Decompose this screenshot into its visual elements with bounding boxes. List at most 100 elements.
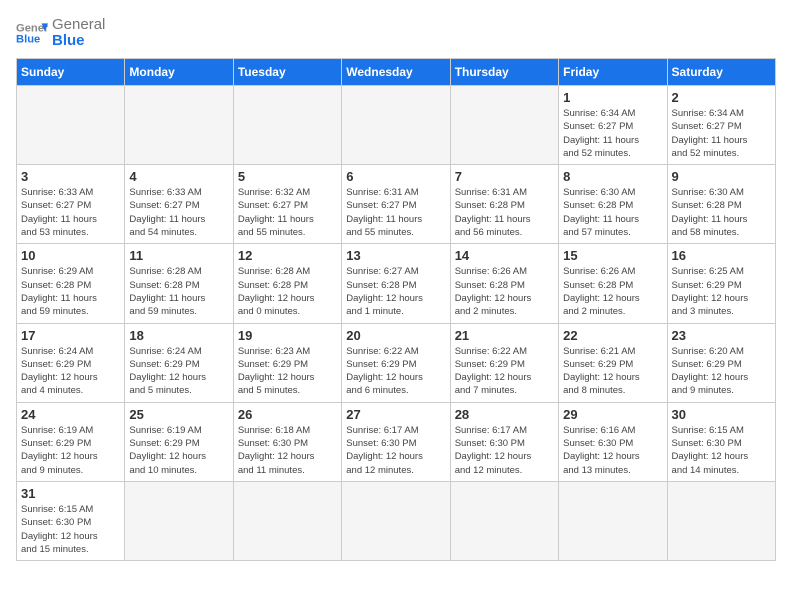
day-info: Sunrise: 6:17 AM Sunset: 6:30 PM Dayligh… (455, 424, 554, 477)
day-info: Sunrise: 6:23 AM Sunset: 6:29 PM Dayligh… (238, 345, 337, 398)
day-info: Sunrise: 6:24 AM Sunset: 6:29 PM Dayligh… (129, 345, 228, 398)
calendar-cell: 11Sunrise: 6:28 AM Sunset: 6:28 PM Dayli… (125, 244, 233, 323)
day-number: 29 (563, 407, 662, 422)
logo-blue: Blue (52, 32, 105, 50)
day-info: Sunrise: 6:19 AM Sunset: 6:29 PM Dayligh… (129, 424, 228, 477)
calendar-cell: 18 Sunrise: 6:24 AM Sunset: 6:29 PM Dayli… (125, 323, 233, 402)
calendar-cell: 26 Sunrise: 6:18 AM Sunset: 6:30 PM Dayli… (233, 402, 341, 481)
calendar-cell: 12Sunrise: 6:28 AM Sunset: 6:28 PM Dayli… (233, 244, 341, 323)
calendar-cell: 16 Sunrise: 6:25 AM Sunset: 6:29 PM Dayli… (667, 244, 775, 323)
day-info: Sunrise: 6:22 AM Sunset: 6:29 PM Dayligh… (455, 345, 554, 398)
day-header-saturday: Saturday (667, 59, 775, 86)
calendar-cell: 21 Sunrise: 6:22 AM Sunset: 6:29 PM Dayli… (450, 323, 558, 402)
calendar-week-row: 24 Sunrise: 6:19 AM Sunset: 6:29 PM Dayli… (17, 402, 776, 481)
calendar-cell: 5Sunrise: 6:32 AM Sunset: 6:27 PM Daylig… (233, 165, 341, 244)
calendar-cell: 17 Sunrise: 6:24 AM Sunset: 6:29 PM Dayli… (17, 323, 125, 402)
day-info: Sunrise: 6:25 AM Sunset: 6:29 PM Dayligh… (672, 265, 771, 318)
day-number: 16 (672, 248, 771, 263)
calendar-cell: 30 Sunrise: 6:15 AM Sunset: 6:30 PM Dayli… (667, 402, 775, 481)
day-number: 18 (129, 328, 228, 343)
day-number: 30 (672, 407, 771, 422)
day-info: Sunrise: 6:34 AM Sunset: 6:27 PM Dayligh… (563, 107, 662, 160)
day-info: Sunrise: 6:30 AM Sunset: 6:28 PM Dayligh… (563, 186, 662, 239)
day-info: Sunrise: 6:27 AM Sunset: 6:28 PM Dayligh… (346, 265, 445, 318)
day-info: Sunrise: 6:15 AM Sunset: 6:30 PM Dayligh… (21, 503, 120, 556)
calendar-cell: 15Sunrise: 6:26 AM Sunset: 6:28 PM Dayli… (559, 244, 667, 323)
day-number: 23 (672, 328, 771, 343)
day-header-thursday: Thursday (450, 59, 558, 86)
calendar-cell: 19 Sunrise: 6:23 AM Sunset: 6:29 PM Dayli… (233, 323, 341, 402)
day-info: Sunrise: 6:18 AM Sunset: 6:30 PM Dayligh… (238, 424, 337, 477)
day-info: Sunrise: 6:31 AM Sunset: 6:28 PM Dayligh… (455, 186, 554, 239)
day-info: Sunrise: 6:15 AM Sunset: 6:30 PM Dayligh… (672, 424, 771, 477)
day-info: Sunrise: 6:21 AM Sunset: 6:29 PM Dayligh… (563, 345, 662, 398)
header: General Blue General Blue (16, 16, 776, 50)
day-info: Sunrise: 6:31 AM Sunset: 6:27 PM Dayligh… (346, 186, 445, 239)
calendar-cell: 20Sunrise: 6:22 AM Sunset: 6:29 PM Dayli… (342, 323, 450, 402)
day-number: 15 (563, 248, 662, 263)
day-info: Sunrise: 6:28 AM Sunset: 6:28 PM Dayligh… (129, 265, 228, 318)
calendar-cell (233, 481, 341, 560)
day-info: Sunrise: 6:20 AM Sunset: 6:29 PM Dayligh… (672, 345, 771, 398)
calendar-cell: 1 Sunrise: 6:34 AM Sunset: 6:27 PM Daylig… (559, 86, 667, 165)
calendar-cell: 8Sunrise: 6:30 AM Sunset: 6:28 PM Daylig… (559, 165, 667, 244)
day-header-tuesday: Tuesday (233, 59, 341, 86)
day-number: 28 (455, 407, 554, 422)
day-header-wednesday: Wednesday (342, 59, 450, 86)
day-number: 19 (238, 328, 337, 343)
calendar-cell (667, 481, 775, 560)
calendar-cell: 13 Sunrise: 6:27 AM Sunset: 6:28 PM Dayli… (342, 244, 450, 323)
day-number: 22 (563, 328, 662, 343)
day-number: 24 (21, 407, 120, 422)
calendar-week-row: 17 Sunrise: 6:24 AM Sunset: 6:29 PM Dayli… (17, 323, 776, 402)
calendar-cell: 27Sunrise: 6:17 AM Sunset: 6:30 PM Dayli… (342, 402, 450, 481)
calendar-cell: 25 Sunrise: 6:19 AM Sunset: 6:29 PM Dayli… (125, 402, 233, 481)
logo-area: General Blue General Blue (16, 16, 105, 50)
day-info: Sunrise: 6:17 AM Sunset: 6:30 PM Dayligh… (346, 424, 445, 477)
day-number: 13 (346, 248, 445, 263)
day-number: 9 (672, 169, 771, 184)
day-number: 1 (563, 90, 662, 105)
day-info: Sunrise: 6:34 AM Sunset: 6:27 PM Dayligh… (672, 107, 771, 160)
calendar-cell (17, 86, 125, 165)
day-number: 14 (455, 248, 554, 263)
calendar-header-row: SundayMondayTuesdayWednesdayThursdayFrid… (17, 59, 776, 86)
calendar-week-row: 31 Sunrise: 6:15 AM Sunset: 6:30 PM Dayli… (17, 481, 776, 560)
calendar-table: SundayMondayTuesdayWednesdayThursdayFrid… (16, 58, 776, 561)
day-info: Sunrise: 6:24 AM Sunset: 6:29 PM Dayligh… (21, 345, 120, 398)
day-number: 6 (346, 169, 445, 184)
calendar-cell: 28 Sunrise: 6:17 AM Sunset: 6:30 PM Dayli… (450, 402, 558, 481)
calendar-cell (233, 86, 341, 165)
calendar-cell (559, 481, 667, 560)
calendar-cell: 22 Sunrise: 6:21 AM Sunset: 6:29 PM Dayli… (559, 323, 667, 402)
calendar-cell: 14Sunrise: 6:26 AM Sunset: 6:28 PM Dayli… (450, 244, 558, 323)
calendar-cell: 6 Sunrise: 6:31 AM Sunset: 6:27 PM Daylig… (342, 165, 450, 244)
logo-icon: General Blue (16, 17, 48, 49)
svg-text:Blue: Blue (16, 34, 40, 46)
day-number: 31 (21, 486, 120, 501)
calendar-cell: 9Sunrise: 6:30 AM Sunset: 6:28 PM Daylig… (667, 165, 775, 244)
day-info: Sunrise: 6:16 AM Sunset: 6:30 PM Dayligh… (563, 424, 662, 477)
calendar-cell: 2 Sunrise: 6:34 AM Sunset: 6:27 PM Daylig… (667, 86, 775, 165)
day-number: 21 (455, 328, 554, 343)
calendar-week-row: 10 Sunrise: 6:29 AM Sunset: 6:28 PM Dayli… (17, 244, 776, 323)
day-info: Sunrise: 6:33 AM Sunset: 6:27 PM Dayligh… (129, 186, 228, 239)
day-header-sunday: Sunday (17, 59, 125, 86)
calendar-cell (342, 86, 450, 165)
day-number: 12 (238, 248, 337, 263)
day-info: Sunrise: 6:29 AM Sunset: 6:28 PM Dayligh… (21, 265, 120, 318)
calendar-cell (125, 481, 233, 560)
calendar-cell: 29 Sunrise: 6:16 AM Sunset: 6:30 PM Dayli… (559, 402, 667, 481)
day-number: 17 (21, 328, 120, 343)
day-number: 2 (672, 90, 771, 105)
page-container: General Blue General Blue SundayMondayTu… (16, 16, 776, 561)
day-number: 10 (21, 248, 120, 263)
calendar-cell: 3Sunrise: 6:33 AM Sunset: 6:27 PM Daylig… (17, 165, 125, 244)
calendar-cell: 4Sunrise: 6:33 AM Sunset: 6:27 PM Daylig… (125, 165, 233, 244)
day-number: 26 (238, 407, 337, 422)
calendar-cell: 23 Sunrise: 6:20 AM Sunset: 6:29 PM Dayli… (667, 323, 775, 402)
day-number: 25 (129, 407, 228, 422)
day-info: Sunrise: 6:33 AM Sunset: 6:27 PM Dayligh… (21, 186, 120, 239)
day-info: Sunrise: 6:32 AM Sunset: 6:27 PM Dayligh… (238, 186, 337, 239)
day-info: Sunrise: 6:19 AM Sunset: 6:29 PM Dayligh… (21, 424, 120, 477)
